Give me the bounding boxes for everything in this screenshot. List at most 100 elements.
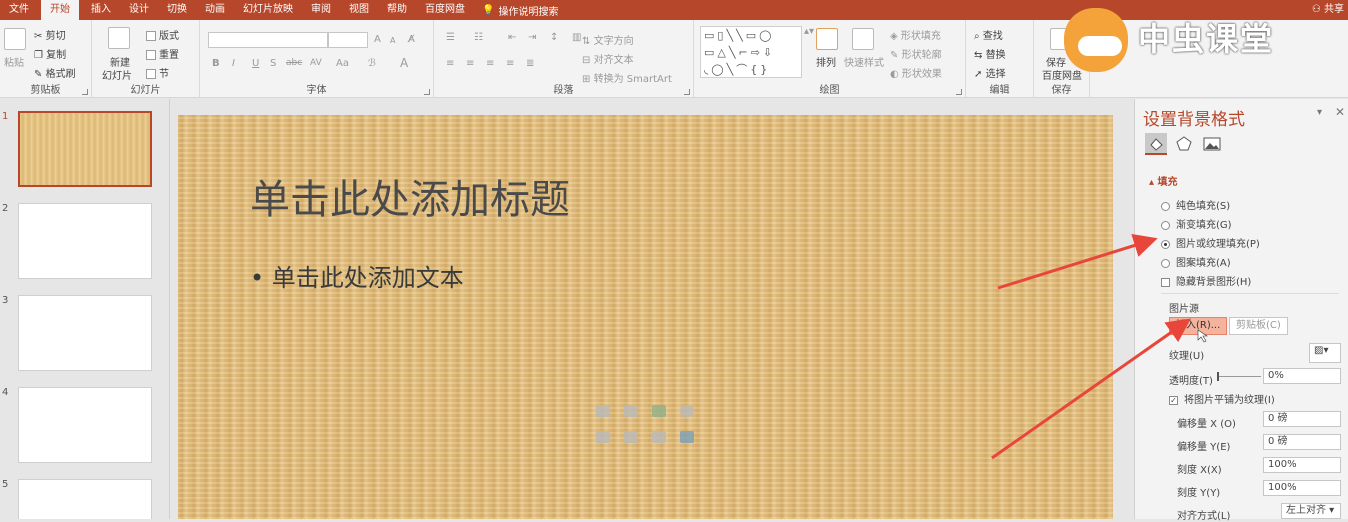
italic-button[interactable]: I [232,58,235,69]
slide-title-placeholder[interactable]: 单击此处添加标题 [250,167,570,225]
section-button[interactable]: 节 [146,65,169,80]
insert-chart-icon[interactable] [624,405,638,417]
paragraph-launcher[interactable] [684,89,690,95]
tab-help[interactable]: 帮助 [378,0,416,20]
font-color-button[interactable]: A [400,56,408,70]
align-right-icon[interactable]: ≡ [486,58,494,69]
increase-indent-icon[interactable]: ⇥ [528,32,536,43]
columns-icon[interactable]: ▥ [572,32,581,43]
tab-home[interactable]: 开始 [41,0,79,20]
text-direction-button[interactable]: ⇅ 文字方向 [582,32,634,47]
tell-me-search[interactable]: 💡 操作说明搜索 [474,3,558,18]
tab-slideshow[interactable]: 幻灯片放映 [234,0,302,20]
thumbnail-slide-3[interactable] [18,295,152,371]
quick-styles-icon[interactable] [852,28,874,50]
insert-table-icon[interactable] [596,405,610,417]
share-button[interactable]: ⚇ 共享 [1312,0,1344,20]
shape-outline-button[interactable]: ✎ 形状轮廓 [890,46,942,61]
tab-view[interactable]: 视图 [340,0,378,20]
tab-transitions[interactable]: 切换 [158,0,196,20]
thumbnail-slide-5[interactable] [18,479,152,519]
insert-video-icon[interactable] [652,431,666,443]
reset-button[interactable]: 重置 [146,46,179,61]
font-name-combo[interactable] [208,32,328,48]
thumbnail-slide-1[interactable] [18,111,152,187]
arrange-button[interactable]: 排列 [816,54,836,69]
radio-pattern-fill[interactable]: 图案填充(A) [1161,254,1231,269]
scale-y-input[interactable]: 100% [1263,480,1341,496]
clear-format-icon[interactable]: A̸ [408,34,415,45]
find-button[interactable]: ⌕ 查找 [974,27,1003,42]
tab-file[interactable]: 文件 [0,0,38,20]
arrange-icon[interactable] [816,28,838,50]
replace-button[interactable]: ⇆ 替换 [974,46,1006,61]
tab-insert[interactable]: 插入 [82,0,120,20]
drawing-launcher[interactable] [956,89,962,95]
insert-online-picture-icon[interactable] [624,431,638,443]
font-size-combo[interactable] [328,32,368,48]
effects-tab-icon[interactable] [1173,133,1195,155]
font-launcher[interactable] [424,89,430,95]
clipboard-launcher[interactable] [82,89,88,95]
change-case-button[interactable]: Aa [336,58,349,69]
paste-icon[interactable] [4,28,26,50]
new-slide-icon[interactable] [108,27,130,49]
copy-button[interactable]: ❐ 复制 [34,46,66,61]
shape-effects-button[interactable]: ◐ 形状效果 [890,65,942,80]
line-spacing-icon[interactable]: ↕ [550,32,558,43]
shape-fill-button[interactable]: ◈ 形状填充 [890,27,941,42]
insert-smartart-icon[interactable] [652,405,666,417]
alignment-select[interactable]: 左上对齐 ▾ [1281,503,1341,519]
fill-tab-icon[interactable] [1145,133,1167,155]
bullets-icon[interactable]: ☰ [446,32,455,43]
select-button[interactable]: ➚ 选择 [974,65,1006,80]
shapes-gallery[interactable]: ▭▯╲╲▭◯ ▭△╲⌐⇨⇩ ◟◯╲⌒{} [700,26,802,78]
highlight-icon[interactable]: ℬ [368,58,376,69]
slide-scrollbar[interactable] [1120,99,1134,519]
paste-button[interactable]: 粘贴 [4,54,24,69]
align-center-icon[interactable]: ≡ [466,58,474,69]
tab-design[interactable]: 设计 [120,0,158,20]
gallery-scroll-icon[interactable]: ▴▾ [804,26,814,37]
layout-button[interactable]: 版式 [146,27,179,42]
fill-section-header[interactable]: ▴ 填充 [1149,173,1178,188]
insert-picture-icon[interactable] [596,431,610,443]
texture-picker[interactable]: ▨▾ [1309,343,1341,363]
transparency-input[interactable]: 0% [1263,368,1341,384]
tab-review[interactable]: 审阅 [302,0,340,20]
char-spacing-button[interactable]: AV [310,58,322,68]
slide-canvas[interactable]: 单击此处添加标题 • 单击此处添加文本 [178,115,1113,519]
radio-picture-texture-fill[interactable]: 图片或纹理填充(P) [1161,235,1260,250]
transparency-slider[interactable] [1217,376,1261,377]
offset-x-input[interactable]: 0 磅 [1263,411,1341,427]
bold-button[interactable]: B [212,58,220,69]
format-painter-button[interactable]: ✎ 格式刷 [34,65,76,80]
new-slide-line2[interactable]: 幻灯片 [102,67,132,82]
justify-icon[interactable]: ≡ [506,58,514,69]
hide-background-checkbox[interactable]: 隐藏背景图形(H) [1161,273,1251,288]
tile-picture-checkbox[interactable]: ✓ 将图片平铺为纹理(I) [1169,391,1275,406]
slider-thumb[interactable] [1217,372,1219,381]
underline-button[interactable]: U [252,58,259,69]
numbering-icon[interactable]: ☷ [474,32,483,43]
slide-body-placeholder[interactable]: • 单击此处添加文本 [250,258,464,293]
thumbnail-slide-4[interactable] [18,387,152,463]
insert-3d-model-icon[interactable] [680,405,694,417]
clipboard-button[interactable]: 剪贴板(C) [1229,317,1288,335]
insert-icons-icon[interactable] [680,431,694,443]
cut-button[interactable]: ✂ 剪切 [34,27,66,42]
strikethrough-button[interactable]: abc [286,58,302,68]
insert-picture-button[interactable]: 插入(R)... [1169,317,1228,335]
close-icon[interactable]: ✕ [1335,105,1345,119]
quick-styles-button[interactable]: 快速样式 [844,54,884,69]
scale-x-input[interactable]: 100% [1263,457,1341,473]
decrease-indent-icon[interactable]: ⇤ [508,32,516,43]
grow-font-button[interactable]: A [374,34,381,45]
shrink-font-button[interactable]: A [390,36,395,45]
pane-options-icon[interactable]: ▾ [1317,107,1322,118]
radio-solid-fill[interactable]: 纯色填充(S) [1161,197,1230,212]
picture-tab-icon[interactable] [1201,133,1223,155]
align-left-icon[interactable]: ≡ [446,58,454,69]
tab-animations[interactable]: 动画 [196,0,234,20]
distributed-icon[interactable]: ≣ [526,58,534,69]
